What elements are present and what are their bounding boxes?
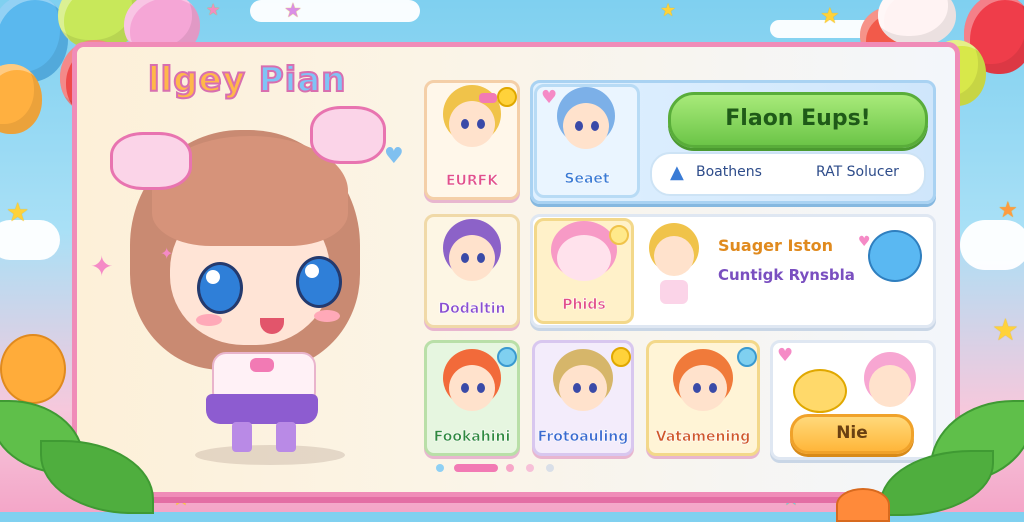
card-label: Dodaltin (438, 301, 506, 318)
character-shadow (195, 445, 345, 465)
heart-icon: ♥ (777, 345, 794, 366)
bottom-card-button[interactable]: Nie (790, 414, 914, 454)
cloud (250, 0, 420, 22)
coin-badge-icon (609, 225, 629, 245)
blush (314, 310, 340, 322)
star-icon: ★ (992, 313, 1019, 348)
portrait-eye (709, 383, 717, 393)
star-icon: ★ (284, 0, 302, 22)
character-card-2[interactable]: ♥ Seaet (534, 84, 640, 198)
badge-icon (497, 347, 517, 367)
sparkle-icon: ✦ (90, 250, 114, 283)
character-card-6[interactable]: Frotoauling (532, 340, 634, 456)
cloud (960, 220, 1024, 270)
card-bow-icon (479, 93, 497, 103)
card-portrait (869, 365, 911, 407)
character-card-1[interactable]: EURFK (424, 80, 520, 200)
portrait-eye (477, 119, 485, 129)
left-eye (197, 262, 243, 314)
search-bar[interactable]: ▲ Boathens RAT Solucer (650, 152, 926, 196)
card-label: Phids (562, 297, 606, 314)
card-portrait (557, 235, 611, 281)
blob-portrait (793, 369, 847, 413)
portrait-eye (591, 121, 599, 131)
character-card-3[interactable]: Dodaltin (424, 214, 520, 328)
star-icon: ★ (206, 0, 221, 19)
heart-icon: ♥ (858, 234, 871, 250)
heart-icon: ♥ (541, 87, 558, 108)
star-icon: ★ (6, 198, 30, 228)
character-card-7[interactable]: Vatamening (646, 340, 760, 456)
eye-highlight (206, 270, 220, 284)
page-dot[interactable] (526, 464, 534, 472)
badge-icon (737, 347, 757, 367)
info-body (660, 280, 688, 304)
character-card-4[interactable]: Phids (534, 218, 634, 324)
featured-button[interactable]: Flaon Eups! (668, 92, 928, 148)
portrait-eye (477, 383, 485, 393)
orange-blob-mascot (836, 488, 890, 522)
info-portrait (654, 236, 694, 276)
page-dot[interactable] (436, 464, 444, 472)
card-portrait (563, 103, 609, 149)
eye-highlight (305, 264, 319, 278)
page-dot[interactable] (546, 464, 554, 472)
card-label: Frotoauling (537, 429, 629, 446)
portrait-eye (461, 253, 469, 263)
portrait-eye (461, 119, 469, 129)
sparkle-icon: ✦ (160, 244, 174, 263)
hair-bow-left (110, 132, 192, 190)
portrait-eye (693, 383, 701, 393)
info-line-1: Suager Iston (718, 236, 833, 255)
card-portrait (449, 101, 495, 147)
triangle-warning-icon: ▲ (670, 162, 684, 183)
card-portrait (679, 365, 727, 411)
game-title-part2: Pian (258, 59, 347, 101)
star-icon: ★ (998, 198, 1018, 223)
game-title-part1: llgey (147, 59, 246, 101)
coin-badge-icon (611, 347, 631, 367)
star-icon: ★ (820, 4, 840, 29)
portrait-eye (477, 253, 485, 263)
search-left-text: Boathens (696, 164, 762, 180)
page-dot-active[interactable] (454, 464, 498, 472)
card-label: Vatamening (655, 429, 751, 446)
search-right-text: RAT Solucer (816, 164, 899, 180)
card-portrait (449, 235, 495, 281)
page-dot[interactable] (506, 464, 514, 472)
heart-icon: ♥ (384, 144, 404, 169)
star-icon: ★ (660, 0, 677, 21)
mascot-icon (868, 230, 922, 282)
character-card-5[interactable]: Fookahini (424, 340, 520, 456)
card-label: Fookahini (433, 429, 511, 446)
character-bow-tie (250, 358, 274, 372)
character-skirt (206, 394, 318, 424)
portrait-eye (589, 383, 597, 393)
portrait-eye (573, 383, 581, 393)
orange-blob-mascot (0, 334, 66, 404)
hair-bow-right (310, 106, 386, 164)
info-line-2: Cuntigk Rynsbla (718, 266, 855, 284)
chibi-character: ✦ ♥ ✦ (90, 100, 404, 470)
card-label: EURFK (445, 173, 499, 190)
character-leg (232, 422, 252, 452)
portrait-eye (575, 121, 583, 131)
portrait-eye (461, 383, 469, 393)
card-portrait (559, 365, 607, 411)
card-portrait (449, 365, 495, 411)
character-leg (276, 422, 296, 452)
card-label: Seaet (564, 171, 610, 188)
blush (196, 314, 222, 326)
game-title: llgey Pian (147, 59, 347, 101)
right-eye (296, 256, 342, 308)
coin-badge-icon (497, 87, 517, 107)
